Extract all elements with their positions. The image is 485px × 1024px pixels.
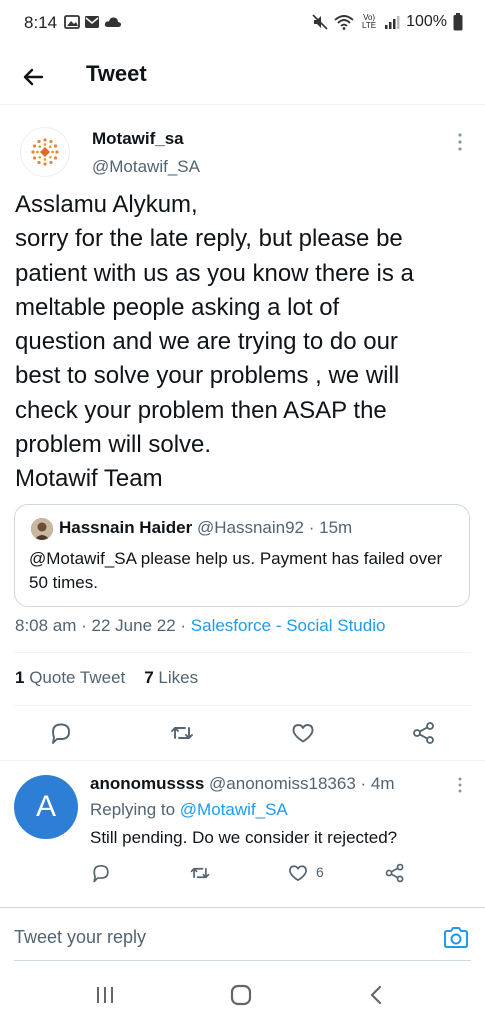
more-vertical-icon xyxy=(458,133,462,151)
replying-prefix: Replying to xyxy=(90,800,180,819)
reply-author-name[interactable]: anonomussss xyxy=(90,774,204,793)
tweet-stats: 1 Quote Tweet 7 Likes xyxy=(15,668,198,688)
replying-to-handle[interactable]: @Motawif_SA xyxy=(180,800,288,819)
quoted-author-name: Hassnain Haider xyxy=(59,518,193,537)
share-icon xyxy=(413,722,434,744)
back-button[interactable] xyxy=(18,62,48,92)
mute-icon xyxy=(312,14,328,30)
system-back-button[interactable] xyxy=(362,980,392,1010)
reply-like-count: 6 xyxy=(316,864,324,880)
composer-divider xyxy=(0,907,485,908)
quoted-tweet-header: Hassnain Haider @Hassnain92 · 15m xyxy=(59,518,352,538)
top-app-bar: Tweet xyxy=(0,48,485,105)
tweet-text-line: meltable people asking a lot of xyxy=(15,293,340,321)
like-button[interactable] xyxy=(290,720,316,746)
system-navigation-bar xyxy=(0,972,485,1024)
more-vertical-icon xyxy=(458,777,462,793)
quoted-tweet-card[interactable]: Hassnain Haider @Hassnain92 · 15m @Motaw… xyxy=(14,504,470,607)
retweet-icon xyxy=(190,867,210,879)
tweet-text: Asslamu Alykum, sorry for the late reply… xyxy=(15,188,475,497)
cloud-notification-icon xyxy=(104,17,122,27)
status-time: 8:14 xyxy=(24,13,58,32)
camera-icon xyxy=(444,927,468,948)
signal-icon xyxy=(385,16,400,29)
tweet-text-line: Motawif Team xyxy=(15,465,163,493)
reply-author-avatar[interactable]: A xyxy=(14,775,78,839)
gallery-notification-icon xyxy=(64,15,80,29)
quoted-tweet-text: @Motawif_SA please help us. Payment has … xyxy=(29,549,443,592)
likes-stat[interactable]: 7 Likes xyxy=(144,668,198,687)
tweet-text-line: check your problem then ASAP the xyxy=(15,396,387,424)
reply-more-options-button[interactable] xyxy=(452,775,468,795)
battery-percent: 100% xyxy=(406,13,447,30)
reply-icon xyxy=(52,723,70,744)
wifi-icon xyxy=(334,15,354,30)
page-title: Tweet xyxy=(86,61,147,86)
author-handle[interactable]: @Motawif_SA xyxy=(92,157,200,177)
tweet-text-line: patient with us as you know there is a xyxy=(15,259,414,287)
tweet-text-line: problem will solve. xyxy=(15,431,212,459)
camera-button[interactable] xyxy=(442,924,470,952)
replying-to: Replying to @Motawif_SA xyxy=(90,800,288,820)
reply-composer-input[interactable] xyxy=(14,927,424,948)
tweet-text-line: Asslamu Alykum, xyxy=(15,191,198,218)
reply-icon xyxy=(93,864,109,883)
divider xyxy=(0,760,485,761)
tweet-text-line: best to solve your problems , we will xyxy=(15,362,400,390)
quote-tweet-label: Quote Tweet xyxy=(24,668,126,687)
like-label: Likes xyxy=(153,668,199,687)
reply-share-button[interactable] xyxy=(384,862,406,884)
tweet-source-link[interactable]: Salesforce - Social Studio xyxy=(191,616,386,635)
tweet-text-line: sorry for the late reply, but please be xyxy=(15,225,403,253)
recent-apps-icon xyxy=(97,987,113,1003)
quoted-author-handle-time: @Hassnain92 · 15m xyxy=(196,518,353,537)
composer-underline xyxy=(14,960,471,961)
home-button[interactable] xyxy=(226,980,256,1010)
quote-tweets-stat[interactable]: 1 Quote Tweet xyxy=(15,668,125,687)
reply-retweet-button[interactable] xyxy=(189,862,211,884)
home-icon xyxy=(230,984,252,1006)
volte-label: Vo) LTE xyxy=(362,13,377,30)
arrow-left-icon xyxy=(23,68,44,86)
reply-reply-button[interactable] xyxy=(90,862,112,884)
heart-icon xyxy=(289,865,307,882)
tweet-time-date: 8:08 am · 22 June 22 · xyxy=(15,616,191,635)
retweet-button[interactable] xyxy=(169,720,195,746)
quoted-author-avatar xyxy=(31,518,53,540)
reply-button[interactable] xyxy=(48,720,74,746)
status-bar: 8:14 Vo) LTE 100% xyxy=(0,0,485,48)
divider xyxy=(14,705,471,706)
motawif-logo-icon xyxy=(31,138,59,166)
tweet-text-line: question and we are trying to do our xyxy=(15,328,398,356)
battery-icon xyxy=(453,13,463,31)
like-count: 7 xyxy=(144,668,154,687)
more-options-button[interactable] xyxy=(452,130,468,154)
author-name[interactable]: Motawif_sa xyxy=(92,129,184,149)
author-avatar[interactable] xyxy=(20,127,70,177)
person-photo-icon xyxy=(31,518,53,540)
recent-apps-button[interactable] xyxy=(90,980,120,1010)
tweet-timestamp: 8:08 am · 22 June 22 · Salesforce - Soci… xyxy=(15,616,385,636)
status-right-icons: Vo) LTE 100% xyxy=(312,13,463,31)
divider xyxy=(14,652,471,653)
heart-icon xyxy=(292,724,314,743)
reply-header: anonomussss @anonomiss18363 · 4m xyxy=(90,774,395,794)
status-notification-icons xyxy=(64,15,122,29)
retweet-icon xyxy=(171,727,193,739)
chevron-left-icon xyxy=(370,985,382,1005)
reply-like-button[interactable] xyxy=(287,862,309,884)
share-icon xyxy=(385,863,404,883)
reply-author-handle-time: @anonomiss18363 · 4m xyxy=(204,774,395,793)
mail-notification-icon xyxy=(85,16,99,28)
share-button[interactable] xyxy=(411,720,437,746)
reply-text: Still pending. Do we consider it rejecte… xyxy=(90,828,398,847)
